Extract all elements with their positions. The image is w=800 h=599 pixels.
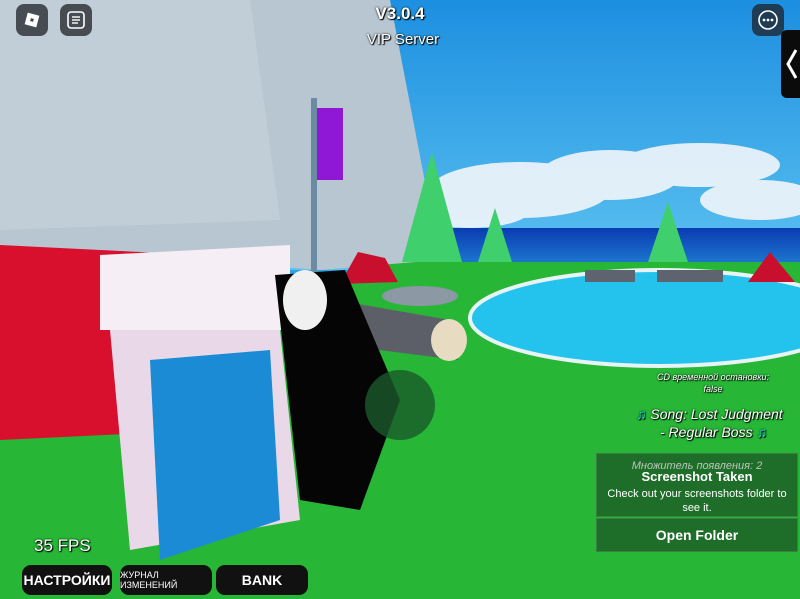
music-note-icon: ♫ [636, 406, 647, 422]
fps-counter: 35 FPS [34, 536, 91, 555]
campfire [382, 286, 458, 306]
changelog-label: ЖУРНАЛ ИЗМЕНЕНИЙ [120, 570, 178, 590]
bank-button[interactable]: BANK [216, 565, 308, 595]
collapse-arrow-icon [786, 49, 798, 79]
changelog-button[interactable]: ЖУРНАЛ ИЗМЕНЕНИЙ [120, 565, 212, 595]
song-subtitle: - Regular Boss [660, 424, 753, 440]
song-line-1: ♫ Song: Lost Judgment [636, 406, 783, 422]
screenshot-notification: Множитель появления: 2 Screenshot Taken … [596, 453, 798, 517]
cooldown-value: false [703, 384, 723, 394]
song-title: Song: Lost Judgment [650, 406, 783, 422]
server-label: VIP Server [366, 31, 440, 48]
bank-label: BANK [241, 572, 283, 588]
notification-body: Check out your screenshots folder to see… [607, 488, 787, 514]
open-folder-button[interactable]: Open Folder [596, 518, 798, 552]
notification-title: Screenshot Taken [641, 469, 753, 484]
song-line-2: - Regular Boss ♫ [660, 424, 767, 440]
version-label: V3.0.4 [375, 4, 425, 23]
cooldown-label: CD временной остановки: [656, 372, 770, 382]
settings-label: НАСТРОЙКИ [23, 572, 111, 588]
purple-flag [317, 108, 343, 180]
open-folder-label: Open Folder [655, 527, 739, 543]
flag-pole [311, 98, 317, 298]
settings-button[interactable]: НАСТРОЙКИ [22, 565, 112, 595]
avatar-left [100, 245, 300, 560]
music-note-icon: ♫ [756, 424, 767, 440]
